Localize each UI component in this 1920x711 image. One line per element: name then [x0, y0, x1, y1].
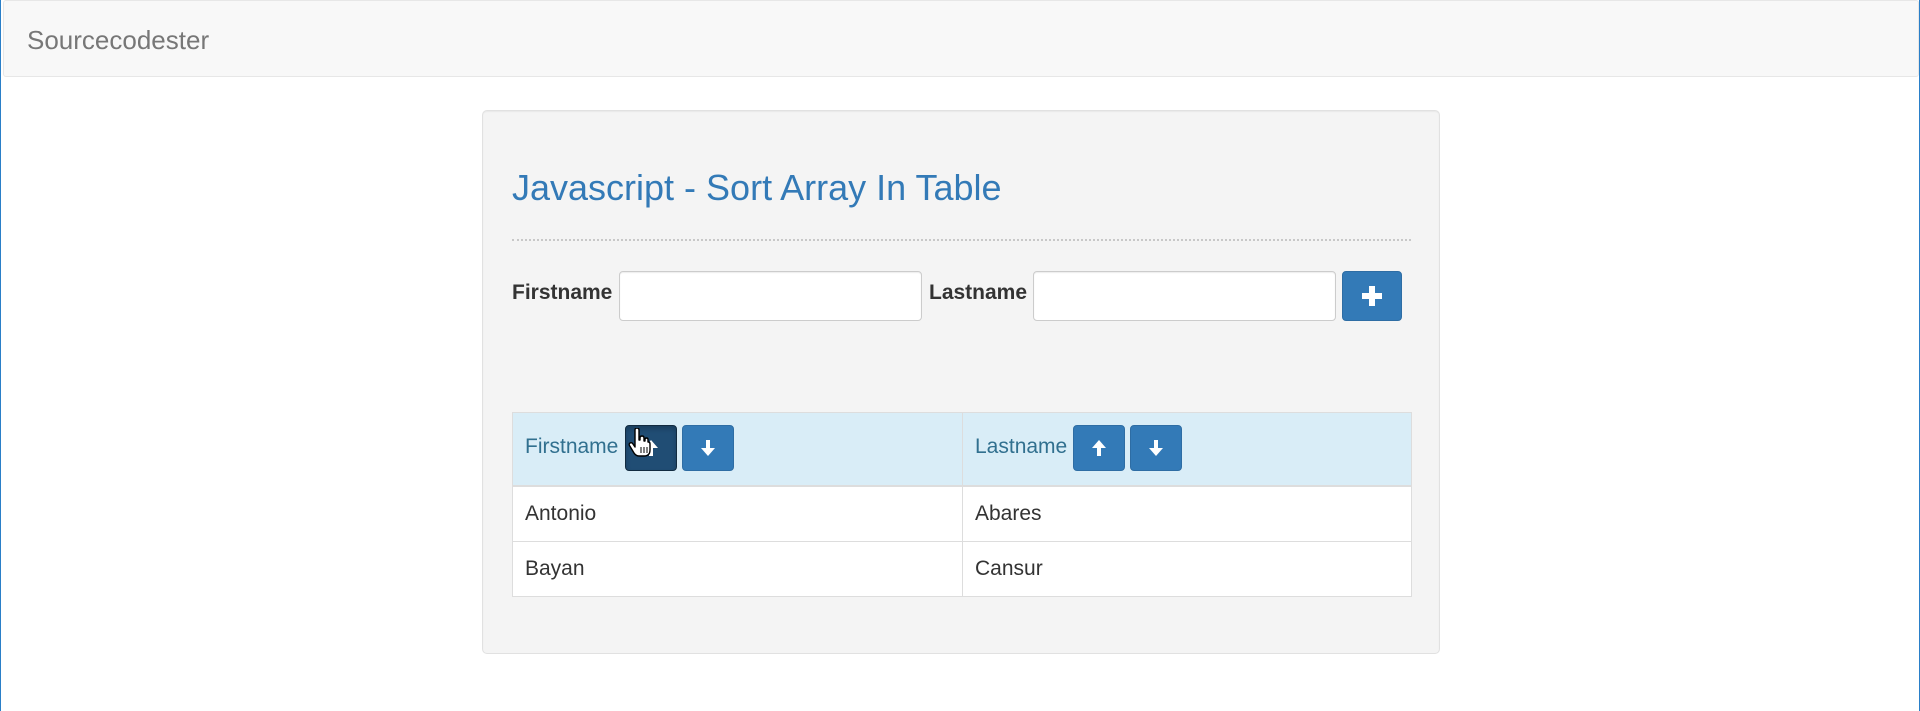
navbar-brand[interactable]: Sourcecodester: [27, 25, 209, 56]
firstname-sort-asc-button[interactable]: [625, 425, 677, 471]
arrow-down-icon: [700, 439, 716, 457]
names-table: Firstname Lastname Antonio Abares Bayan …: [512, 412, 1412, 597]
lastname-sort-asc-button[interactable]: [1073, 425, 1125, 471]
lastname-input[interactable]: [1033, 271, 1336, 321]
firstname-sort-desc-button[interactable]: [682, 425, 734, 471]
lastname-cell: Cansur: [962, 540, 1412, 597]
lastname-cell: Abares: [962, 485, 1412, 542]
plus-icon: [1361, 285, 1383, 307]
arrow-down-icon: [1148, 439, 1164, 457]
main-panel: Javascript - Sort Array In Table Firstna…: [482, 110, 1440, 654]
lastname-column-label: Lastname: [975, 435, 1068, 458]
page-title: Javascript - Sort Array In Table: [512, 167, 1002, 208]
firstname-cell: Bayan: [512, 540, 963, 597]
table-header-row: Firstname Lastname: [512, 412, 1412, 487]
firstname-input[interactable]: [619, 271, 922, 321]
title-divider: [512, 239, 1411, 241]
navbar: Sourcecodester: [3, 0, 1919, 77]
lastname-column-header: Lastname: [962, 412, 1412, 487]
table-row: Antonio Abares: [512, 485, 1412, 542]
arrow-up-icon: [643, 439, 659, 457]
firstname-column-header: Firstname: [512, 412, 963, 487]
lastname-label: Lastname: [929, 281, 1028, 304]
firstname-cell: Antonio: [512, 485, 963, 542]
add-button[interactable]: [1342, 271, 1402, 321]
table-row: Bayan Cansur: [512, 540, 1412, 597]
arrow-up-icon: [1091, 439, 1107, 457]
lastname-sort-desc-button[interactable]: [1130, 425, 1182, 471]
firstname-column-label: Firstname: [525, 435, 619, 458]
firstname-label: Firstname: [512, 281, 613, 304]
